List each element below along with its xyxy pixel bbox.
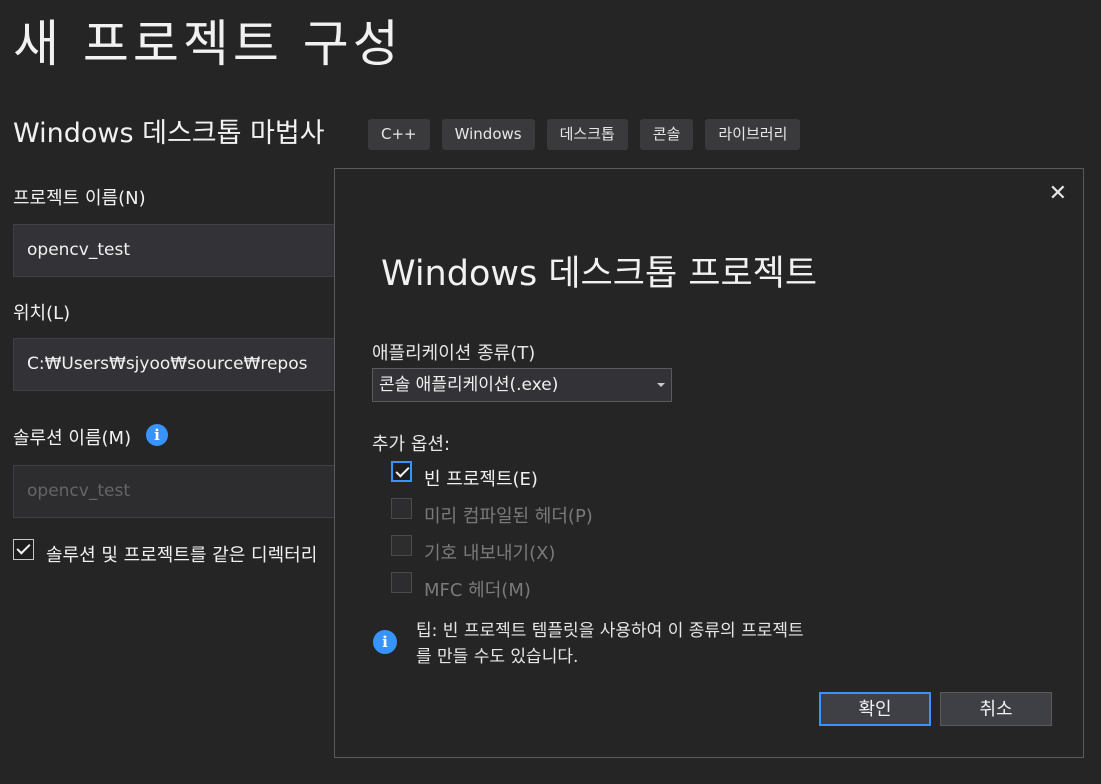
template-tags: C++ Windows 데스크톱 콘솔 라이브러리: [368, 119, 801, 150]
tip-line-1: 팁: 빈 프로젝트 템플릿을 사용하여 이 종류의 프로젝트: [416, 621, 804, 641]
project-name-label: 프로젝트 이름(N): [13, 188, 146, 209]
dialog-title: Windows 데스크톱 프로젝트: [381, 254, 818, 294]
tag-console: 콘솔: [639, 119, 694, 150]
windows-desktop-project-dialog: ✕ Windows 데스크톱 프로젝트 애플리케이션 종류(T) 콘솔 애플리케…: [334, 168, 1084, 758]
precompiled-header-checkbox[interactable]: [391, 498, 412, 519]
same-directory-label: 솔루션 및 프로젝트를 같은 디렉터리: [46, 545, 318, 566]
project-name-input[interactable]: opencv_test: [13, 224, 353, 277]
app-type-value: 콘솔 애플리케이션(.exe): [379, 375, 559, 395]
tip-info-icon: i: [373, 630, 397, 654]
tag-windows: Windows: [441, 119, 535, 150]
template-name: Windows 데스크톱 마법사: [13, 118, 325, 149]
app-type-select[interactable]: 콘솔 애플리케이션(.exe): [372, 368, 672, 402]
tip-text: 팁: 빈 프로젝트 템플릿을 사용하여 이 종류의 프로젝트 를 만들 수도 있…: [416, 618, 876, 670]
export-symbols-label: 기호 내보내기(X): [424, 543, 556, 564]
close-icon[interactable]: ✕: [1049, 181, 1067, 206]
app-type-label: 애플리케이션 종류(T): [372, 343, 536, 364]
cancel-button[interactable]: 취소: [940, 692, 1052, 726]
tip-line-2: 를 만들 수도 있습니다.: [416, 647, 579, 667]
tag-cpp: C++: [368, 119, 430, 150]
empty-project-label: 빈 프로젝트(E): [424, 469, 538, 490]
configure-project-page: 새 프로젝트 구성 Windows 데스크톱 마법사 C++ Windows 데…: [0, 0, 1101, 784]
precompiled-header-label: 미리 컴파일된 헤더(P): [424, 506, 593, 527]
solution-info-icon[interactable]: i: [146, 424, 168, 446]
page-title: 새 프로젝트 구성: [13, 15, 403, 73]
location-input[interactable]: C:₩Users₩sjyoo₩source₩repos: [13, 338, 353, 391]
export-symbols-checkbox[interactable]: [391, 535, 412, 556]
empty-project-checkbox[interactable]: [391, 461, 412, 482]
mfc-headers-label: MFC 헤더(M): [424, 580, 531, 601]
mfc-headers-checkbox[interactable]: [391, 572, 412, 593]
tag-library: 라이브러리: [705, 119, 801, 150]
chevron-down-icon: [657, 383, 665, 387]
solution-name-input[interactable]: opencv_test: [13, 465, 353, 518]
tag-desktop: 데스크톱: [546, 119, 628, 150]
ok-button[interactable]: 확인: [819, 692, 931, 726]
solution-name-label: 솔루션 이름(M): [13, 428, 132, 449]
location-label: 위치(L): [13, 303, 71, 324]
same-directory-checkbox[interactable]: [13, 539, 34, 560]
extra-options-label: 추가 옵션:: [372, 434, 451, 455]
